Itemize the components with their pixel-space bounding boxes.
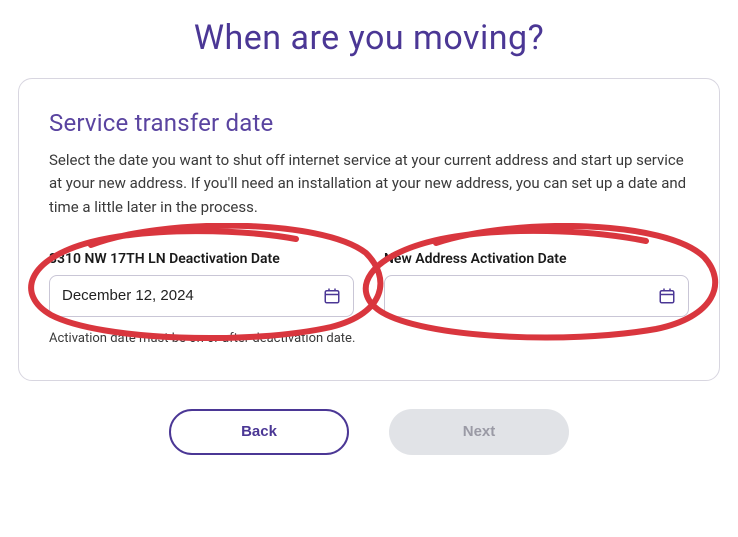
card-heading: Service transfer date bbox=[49, 109, 689, 137]
card-description: Select the date you want to shut off int… bbox=[49, 149, 689, 219]
service-transfer-card: Service transfer date Select the date yo… bbox=[18, 78, 720, 381]
deactivation-label: 3310 NW 17TH LN Deactivation Date bbox=[49, 251, 354, 267]
deactivation-input-wrap[interactable] bbox=[49, 275, 354, 317]
button-row: Back Next bbox=[0, 409, 738, 455]
helper-text: Activation date must be on or after deac… bbox=[49, 331, 689, 346]
calendar-icon[interactable] bbox=[323, 287, 341, 305]
activation-field: New Address Activation Date bbox=[384, 251, 689, 317]
page-title: When are you moving? bbox=[0, 18, 738, 58]
deactivation-date-input[interactable] bbox=[62, 287, 323, 304]
activation-date-input[interactable] bbox=[397, 287, 658, 304]
deactivation-field: 3310 NW 17TH LN Deactivation Date bbox=[49, 251, 354, 317]
back-button[interactable]: Back bbox=[169, 409, 349, 455]
activation-label: New Address Activation Date bbox=[384, 251, 689, 267]
date-fields-row: 3310 NW 17TH LN Deactivation Date bbox=[49, 251, 689, 317]
calendar-icon[interactable] bbox=[658, 287, 676, 305]
next-button[interactable]: Next bbox=[389, 409, 569, 455]
activation-input-wrap[interactable] bbox=[384, 275, 689, 317]
